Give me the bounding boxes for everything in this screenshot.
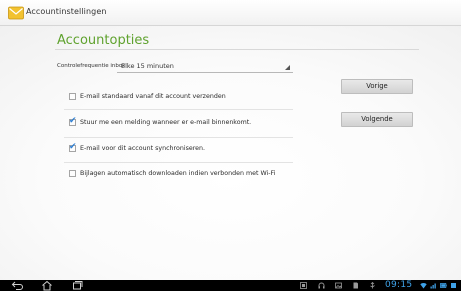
pref-row-default-account[interactable]: E-mail standaard vanaf dit account verze… bbox=[64, 89, 293, 105]
frequency-value: Elke 15 minuten bbox=[121, 62, 174, 70]
checkmark-icon: ✔ bbox=[69, 142, 77, 152]
email-app-icon[interactable] bbox=[8, 5, 24, 21]
battery-icon bbox=[440, 283, 447, 288]
notification-icon[interactable] bbox=[450, 282, 457, 289]
checkbox-notify[interactable]: ✔ bbox=[69, 116, 77, 126]
back-icon[interactable] bbox=[11, 280, 25, 291]
checkbox-sync[interactable]: ✔ bbox=[69, 142, 77, 152]
pref-row-sync[interactable]: ✔ E-mail voor dit account synchroniseren… bbox=[64, 141, 293, 157]
wifi-icon bbox=[420, 283, 427, 289]
pref-label-notify: Stuur me een melding wanneer er e-mail b… bbox=[80, 119, 252, 126]
signal-icon bbox=[430, 283, 436, 289]
pref-row-auto-download[interactable]: Bijlagen automatisch downloaden indien v… bbox=[64, 166, 293, 182]
actionbar-title: Accountinstellingen bbox=[26, 7, 107, 16]
screenshot-icon[interactable] bbox=[300, 282, 307, 289]
frequency-label: Controlefrequentie inbox bbox=[57, 63, 126, 69]
divider bbox=[64, 137, 293, 138]
frequency-select[interactable]: Elke 15 minuten bbox=[117, 59, 293, 73]
sd-card-icon bbox=[353, 282, 358, 289]
dropdown-caret-icon bbox=[285, 65, 290, 70]
home-icon[interactable] bbox=[40, 280, 54, 291]
headset-icon bbox=[318, 282, 325, 289]
pref-row-notify[interactable]: ✔ Stuur me een melding wanneer er e-mail… bbox=[64, 115, 293, 131]
next-button[interactable]: Volgende bbox=[341, 112, 413, 127]
title-divider bbox=[55, 49, 419, 50]
recent-apps-icon[interactable] bbox=[70, 280, 84, 291]
page-title: Accountopties bbox=[57, 33, 150, 48]
gallery-icon bbox=[335, 282, 342, 289]
clock: 09:15 bbox=[385, 280, 413, 290]
action-bar: Accountinstellingen bbox=[0, 0, 461, 26]
checkbox-default-account[interactable] bbox=[69, 93, 76, 100]
pref-label-sync: E-mail voor dit account synchroniseren. bbox=[80, 145, 206, 152]
divider bbox=[64, 109, 293, 110]
pref-label-auto-download: Bijlagen automatisch downloaden indien v… bbox=[80, 170, 276, 177]
checkbox-auto-download[interactable] bbox=[69, 170, 76, 177]
system-bar: 09:15 bbox=[0, 280, 461, 291]
pref-label-default-account: E-mail standaard vanaf dit account verze… bbox=[80, 93, 226, 100]
previous-button[interactable]: Vorige bbox=[341, 79, 413, 94]
usb-icon bbox=[370, 282, 375, 289]
divider bbox=[64, 162, 293, 163]
checkmark-icon: ✔ bbox=[69, 116, 77, 126]
